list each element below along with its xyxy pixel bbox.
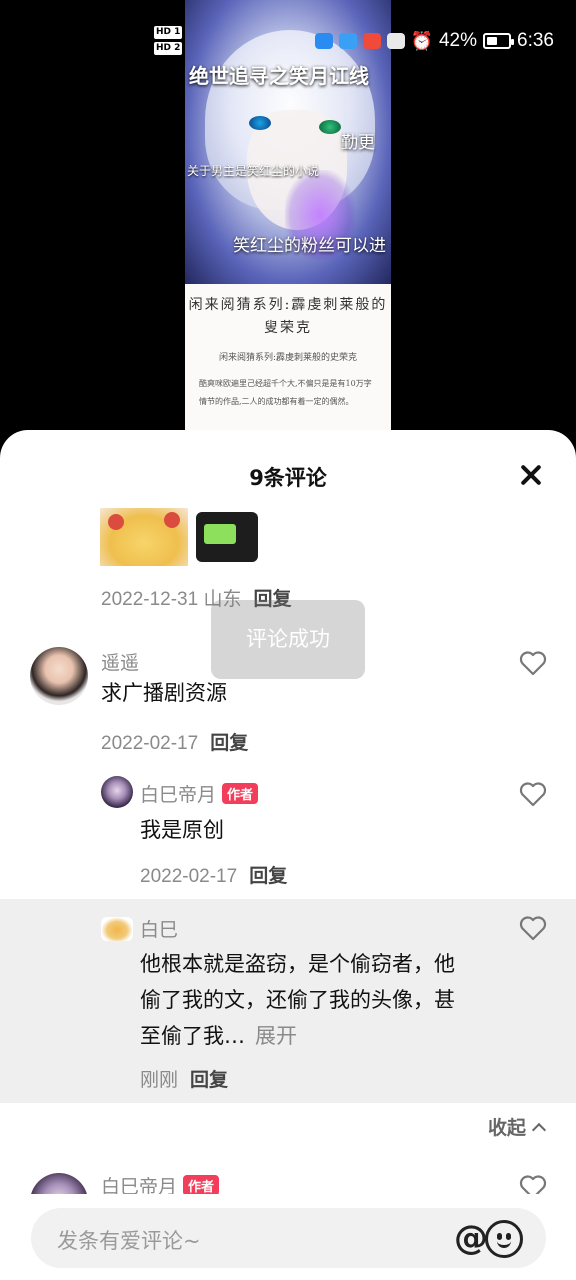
reply-button[interactable]: 回复 [190, 1069, 228, 1091]
like-heart-icon[interactable] [519, 1174, 547, 1196]
network-indicators: HD 1 HD 2 [154, 26, 183, 58]
huawei-app-icon [386, 33, 405, 49]
avatar[interactable] [30, 1173, 88, 1196]
right-eye [319, 120, 341, 134]
cover-update: 勤更 [341, 133, 375, 153]
cover-fans: 笑红尘的粉丝可以进 [233, 236, 386, 256]
author-tag: 作者 [222, 783, 259, 804]
document-preview: 闲来阅猜系列:霹虔刺莱般的叟荣克 闲来阅猜系列:霹虔刺莱般的史荣克 酷爽咪欧遍里… [185, 284, 391, 430]
success-toast: 评论成功 [211, 600, 365, 679]
comments-sheet: 9条评论 2022-12-31 山东 回复 遥遥 求广播剧资源 2022-02-1… [0, 430, 576, 1280]
cover-desc: 关于男主是笑红尘的小说 [187, 164, 320, 178]
author-tag: 作者 [183, 1175, 220, 1196]
reply-text[interactable]: 我是原创 [140, 812, 224, 848]
like-heart-icon[interactable] [519, 650, 547, 676]
comment-username[interactable]: 遥遥 [101, 648, 139, 675]
doc-heading: 闲来阅猜系列:霹虔刺莱般的叟荣克 [188, 297, 388, 336]
reply-username-row: 白巳帝月 作者 [140, 780, 259, 807]
alarm-icon: ⏰ [410, 30, 433, 51]
reply-date: 刚刚 [140, 1070, 179, 1091]
avatar[interactable] [30, 647, 88, 705]
sticker-tv [196, 512, 258, 562]
reader-app-icon [362, 33, 381, 49]
left-eye [249, 116, 271, 130]
comment-sticker[interactable] [100, 508, 262, 566]
status-bar: HD 1 HD 2 ⏰ 42% 6:36 [0, 0, 576, 88]
status-right: ⏰ 42% 6:36 [314, 30, 554, 52]
collapse-label: 收起 [487, 1117, 526, 1139]
like-heart-icon[interactable] [519, 915, 547, 941]
comments-count-title: 9条评论 [249, 466, 327, 490]
comment-username-row: 白巳帝月 作者 [101, 1172, 220, 1196]
comment-meta: 2022-02-17 回复 [101, 728, 248, 755]
doc-subheading: 闲来阅猜系列:霹虔刺莱般的史荣克 [218, 353, 358, 363]
comment-date: 2022-02-17 [101, 733, 199, 754]
chevron-up-icon [531, 1122, 547, 1138]
reply-text-body: 他根本就是盗窃，是个偷窃者，他偷了我的文，还偷了我的头像，甚至偷了我… [140, 952, 455, 1048]
reply-meta: 2022-02-17 回复 [140, 861, 287, 888]
hd2-badge: HD 2 [154, 42, 183, 55]
close-icon[interactable] [516, 460, 546, 490]
avatar[interactable] [101, 917, 133, 941]
battery-icon [483, 33, 515, 49]
like-heart-icon[interactable] [519, 781, 547, 807]
comment-input-bar: 发条有爱评论~ @ [0, 1194, 576, 1280]
doc-body: 酷爽咪欧遍里己经超千个大,不偏只是是有10万字情节的作品,二人的成功都有着一定的… [199, 379, 372, 406]
comment-input-placeholder: 发条有爱评论~ [57, 1229, 201, 1253]
emoji-icon[interactable] [485, 1220, 523, 1258]
comment-input[interactable]: 发条有爱评论~ @ [31, 1208, 546, 1268]
hd1-badge: HD 1 [154, 26, 183, 39]
comment-username[interactable]: 白巳帝月 [101, 1176, 177, 1196]
expand-link[interactable]: 展开 [255, 1024, 297, 1048]
weather-app-icon [338, 33, 357, 49]
cloud-app-icon [314, 33, 333, 49]
reply-meta: 刚刚 回复 [140, 1065, 228, 1092]
reply-username[interactable]: 白巳 [140, 915, 178, 942]
reply-button[interactable]: 回复 [210, 732, 248, 754]
reply-button[interactable]: 回复 [249, 865, 287, 887]
clock: 6:36 [517, 30, 554, 51]
reply-username[interactable]: 白巳帝月 [140, 784, 216, 806]
battery-percent: 42% [438, 30, 478, 51]
screen: HD 1 HD 2 ⏰ 42% 6:36 绝世追寻之笑月讧线 勤更 关于男主是笑… [0, 0, 576, 1280]
sticker-cat [100, 508, 188, 566]
comment-text[interactable]: 求广播剧资源 [101, 675, 227, 711]
reply-text[interactable]: 他根本就是盗窃，是个偷窃者，他偷了我的文，还偷了我的头像，甚至偷了我… 展开 [140, 946, 470, 1054]
collapse-replies-button[interactable]: 收起 [487, 1113, 547, 1140]
avatar[interactable] [101, 776, 133, 808]
reply-date: 2022-02-17 [140, 866, 238, 887]
